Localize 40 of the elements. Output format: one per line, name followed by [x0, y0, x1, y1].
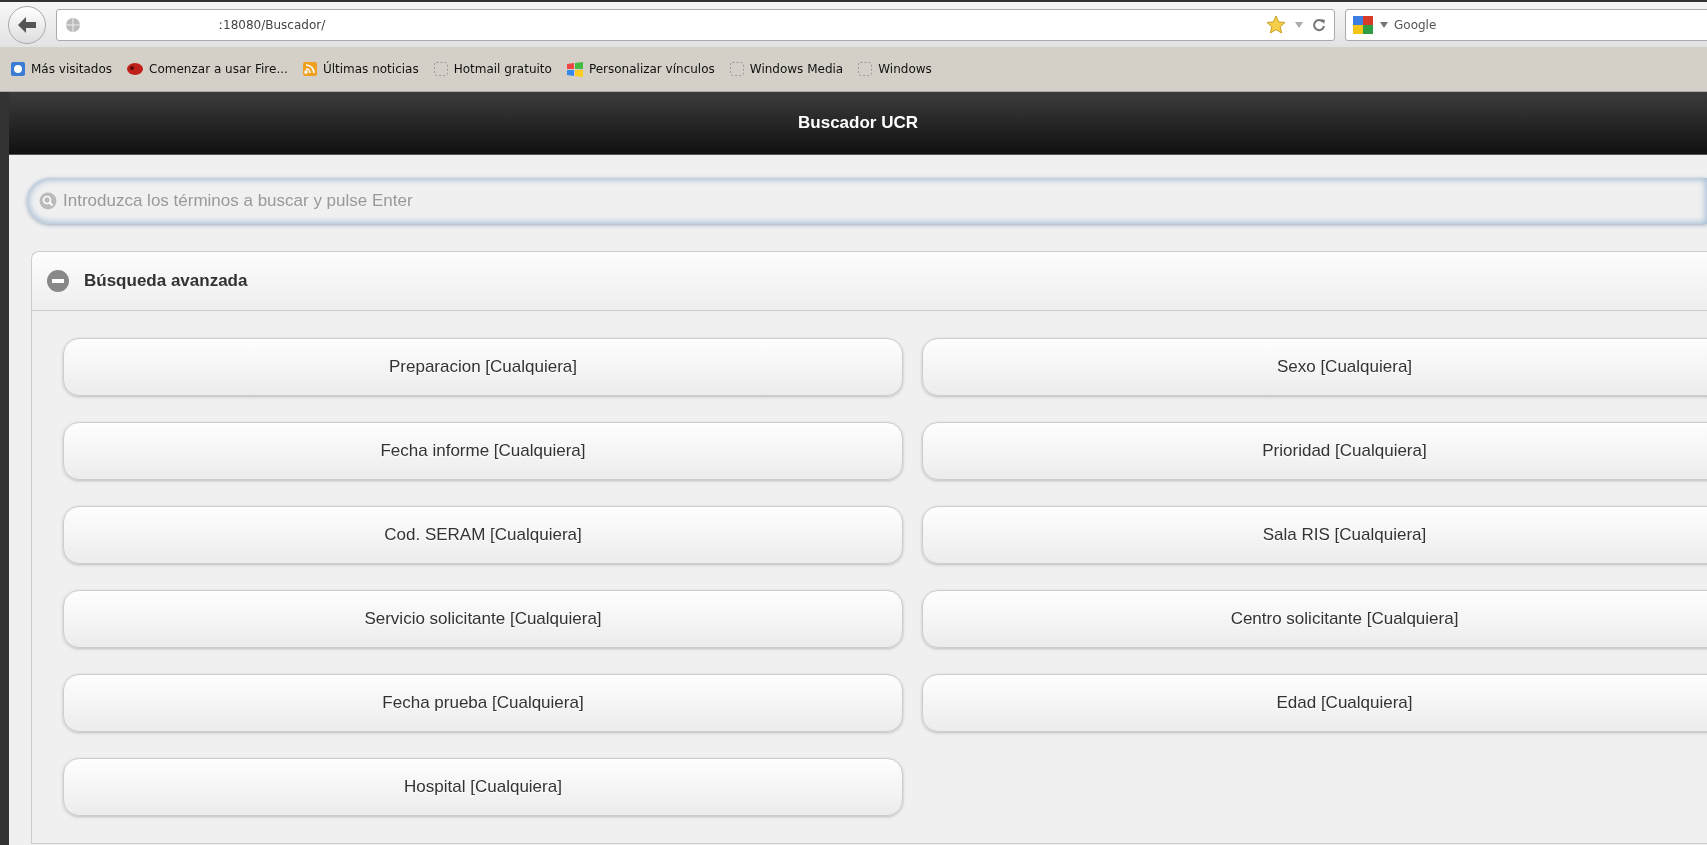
- bookmark-icon: [10, 61, 26, 77]
- address-text: ː18080/Buscador/: [219, 17, 326, 32]
- filter-button[interactable]: Sala RIS [Cualquiera]: [922, 506, 1707, 564]
- filter-button[interactable]: Fecha informe [Cualquiera]: [63, 422, 903, 480]
- globe-icon: [65, 16, 81, 33]
- back-arrow-icon: [17, 15, 37, 34]
- bookmark-link[interactable]: Comenzar a usar Fire...: [126, 61, 288, 77]
- search-box[interactable]: Google: [1345, 8, 1707, 41]
- section-title: Búsqueda avanzada: [84, 271, 248, 291]
- filter-button[interactable]: Sexo [Cualquiera]: [922, 338, 1707, 396]
- dropdown-icon[interactable]: [1294, 20, 1304, 29]
- collapsible-header[interactable]: Búsqueda avanzada: [32, 252, 1707, 311]
- filter-button[interactable]: Prioridad [Cualquiera]: [922, 422, 1707, 480]
- windows-icon: [565, 61, 584, 77]
- page-title: Buscador UCR: [798, 113, 918, 133]
- bookmark-link[interactable]: Hotmail gratuito: [432, 61, 552, 77]
- filter-button[interactable]: Preparacion [Cualquiera]: [63, 338, 903, 396]
- reload-icon[interactable]: [1312, 17, 1326, 32]
- bookmark-link[interactable]: Personalizar vínculos: [565, 61, 715, 77]
- star-icon[interactable]: [1266, 14, 1286, 35]
- filter-button[interactable]: Fecha prueba [Cualquiera]: [63, 674, 903, 732]
- page-icon: [728, 61, 745, 77]
- dropdown-icon[interactable]: [1380, 21, 1388, 28]
- search-engine-icon: [1352, 14, 1374, 35]
- filter-button[interactable]: Hospital [Cualquiera]: [63, 758, 903, 816]
- bookmark-link[interactable]: Windows: [857, 61, 932, 77]
- rss-icon: [301, 61, 318, 77]
- bookmark-link[interactable]: Windows Media: [728, 61, 844, 77]
- search-engine-name: Google: [1394, 17, 1437, 32]
- back-button[interactable]: [8, 5, 46, 44]
- filter-button[interactable]: Servicio solicitante [Cualquiera]: [63, 590, 903, 648]
- bookmark-link[interactable]: Últimas noticias: [301, 61, 419, 77]
- search-icon: [39, 192, 57, 210]
- filter-button[interactable]: Centro solicitante [Cualquiera]: [922, 590, 1707, 648]
- filter-button[interactable]: Edad [Cualquiera]: [922, 674, 1707, 732]
- address-bar[interactable]: ː18080/Buscador/: [56, 8, 1335, 41]
- page-icon: [432, 61, 449, 77]
- page-icon: [857, 61, 874, 77]
- bookmark-link[interactable]: Más visitados: [10, 61, 113, 77]
- filter-button[interactable]: Cod. SERAM [Cualquiera]: [63, 506, 903, 564]
